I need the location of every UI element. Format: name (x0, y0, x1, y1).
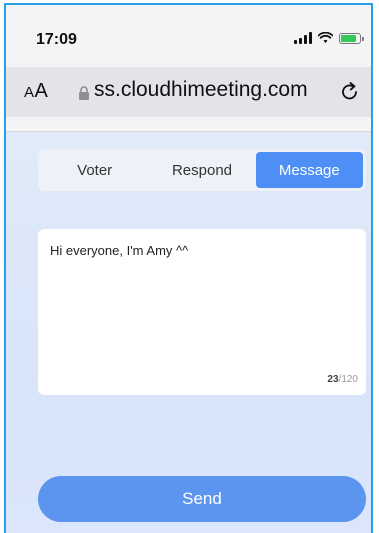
char-count: 23 (327, 374, 339, 385)
url-field[interactable]: AA ss.cloudhimeeting.com (6, 67, 371, 117)
text-size-button[interactable]: AA (24, 80, 48, 103)
status-icons (294, 32, 364, 44)
browser-address-bar: AA ss.cloudhimeeting.com (6, 55, 371, 132)
send-button[interactable]: Send (38, 476, 366, 522)
tab-bar: Voter Respond Message (38, 149, 366, 191)
tab-respond[interactable]: Respond (148, 152, 255, 188)
char-counter: 23/120 (327, 374, 358, 385)
char-limit: 120 (341, 374, 358, 385)
url-text: ss.cloudhimeeting.com (94, 78, 308, 101)
message-text: Hi everyone, I'm Amy ^^ (50, 243, 189, 258)
tab-voter[interactable]: Voter (41, 152, 148, 188)
battery-charging-icon (339, 32, 364, 44)
status-time: 17:09 (36, 31, 77, 48)
message-textarea[interactable]: Hi everyone, I'm Amy ^^ 23/120 (38, 229, 366, 395)
wifi-icon (318, 32, 333, 43)
lock-icon (79, 86, 89, 100)
reload-icon[interactable] (339, 81, 361, 103)
device-frame: 17:09 AA ss.cloudhimeeting.com Voter Res… (4, 3, 373, 533)
tab-message[interactable]: Message (255, 152, 363, 188)
status-bar: 17:09 (6, 5, 371, 55)
signal-icon (294, 32, 312, 44)
